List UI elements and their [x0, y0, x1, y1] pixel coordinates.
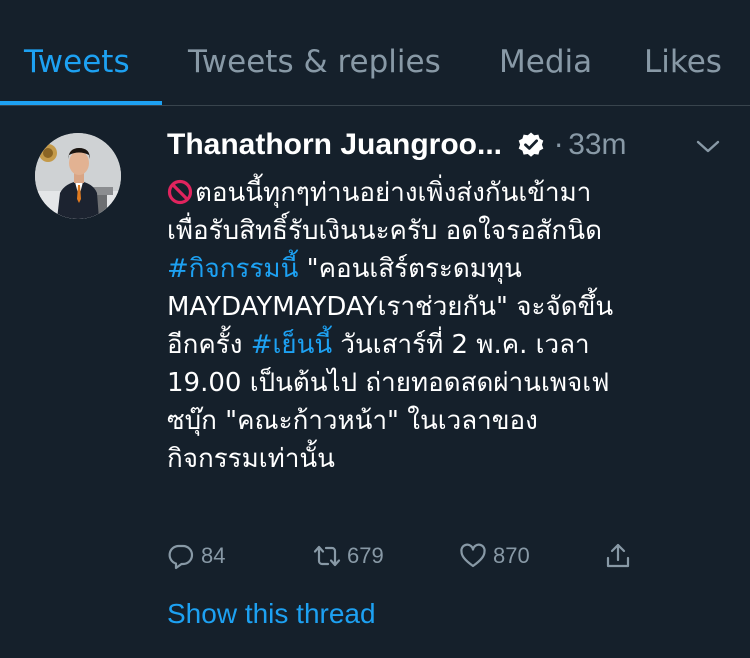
heart-icon: [460, 543, 486, 568]
tweet-text: ตอนนี้ทุกๆท่านอย่างเพิ่งส่งกันเข้ามา เพื…: [167, 174, 737, 478]
reply-button[interactable]: 84: [167, 538, 225, 574]
share-icon: [606, 543, 630, 568]
show-thread-link[interactable]: Show this thread: [167, 598, 376, 630]
author-name[interactable]: Thanathorn Juangroo...: [167, 128, 502, 161]
separator-dot: ·: [554, 128, 564, 162]
share-button[interactable]: [604, 538, 632, 574]
tab-tweets[interactable]: Tweets: [24, 44, 130, 80]
tab-likes[interactable]: Likes: [644, 44, 722, 80]
tab-media[interactable]: Media: [499, 44, 592, 80]
hashtag-link[interactable]: #กิจกรรมนี้: [167, 254, 298, 284]
retweet-button[interactable]: 679: [313, 538, 384, 574]
tweet-line-7: ซบุ๊ก "คณะก้าวหน้า" ในเวลาของ: [167, 406, 538, 436]
like-count: 870: [493, 543, 530, 568]
tweet-timestamp[interactable]: 33m: [568, 128, 626, 161]
like-button[interactable]: 870: [459, 538, 530, 574]
reply-icon: [168, 544, 194, 570]
tweet-actions: 84 679 870: [167, 538, 647, 574]
avatar[interactable]: [35, 133, 121, 219]
reply-count: 84: [201, 543, 226, 568]
retweet-icon: [313, 545, 341, 567]
tweet-line-4: MAYDAYMAYDAYเราช่วยกัน" จะจัดขึ้น: [167, 292, 614, 322]
verified-badge-icon: [517, 131, 545, 159]
tweet-line-1-text: ตอนนี้ทุกๆท่านอย่างเพิ่งส่งกันเข้ามา: [195, 178, 592, 208]
profile-tabs: Tweets Tweets & replies Media Likes: [0, 0, 750, 106]
tweet-line-3-text: "คอนเสิร์ตระดมทุน: [298, 254, 522, 284]
chevron-down-icon[interactable]: [695, 136, 721, 158]
avatar-photo: [35, 133, 121, 219]
tab-divider: [0, 105, 750, 106]
tweet-line-8: กิจกรรมเท่านั้น: [167, 444, 335, 474]
tweet-line-3: #กิจกรรมนี้ "คอนเสิร์ตระดมทุน: [167, 250, 737, 288]
tweet-line-5: อีกครั้ง #เย็นนี้ วันเสาร์ที่ 2 พ.ค. เวล…: [167, 326, 737, 364]
tweet-line-1: ตอนนี้ทุกๆท่านอย่างเพิ่งส่งกันเข้ามา: [167, 174, 737, 212]
retweet-count: 679: [347, 543, 384, 568]
tweet-line-5-pre: อีกครั้ง: [167, 330, 251, 360]
tweet-line-5-rest: วันเสาร์ที่ 2 พ.ค. เวลา: [332, 330, 590, 360]
tweet-line-2: เพื่อรับสิทธิ์รับเงินนะครับ อดใจรอสักนิด: [167, 216, 602, 246]
tab-tweets-and-replies[interactable]: Tweets & replies: [188, 44, 441, 80]
tweet-header: Thanathorn Juangroo... · 33m: [167, 128, 727, 168]
no-entry-icon: [167, 179, 193, 205]
hashtag-link[interactable]: #เย็นนี้: [251, 330, 332, 360]
tweet-line-6: 19.00 เป็นต้นไป ถ่ายทอดสดผ่านเพจเฟ: [167, 368, 610, 398]
